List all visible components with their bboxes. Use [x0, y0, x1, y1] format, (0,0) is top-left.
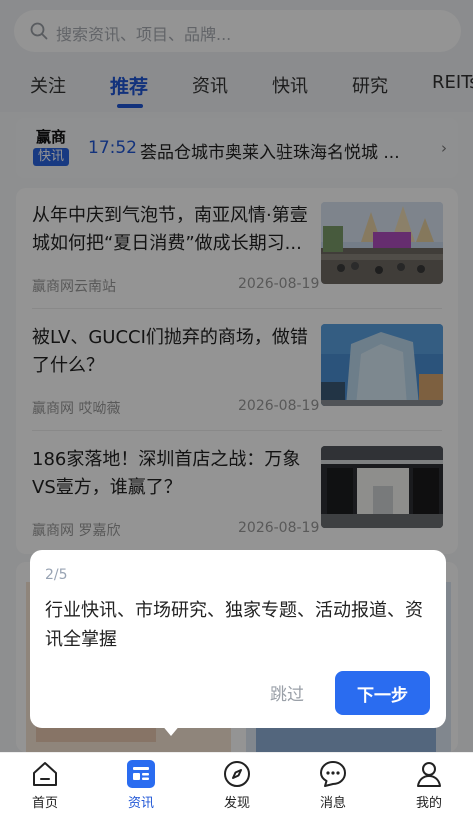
- nav-messages-label: 消息: [319, 796, 346, 811]
- nav-news-label: 资讯: [127, 796, 154, 811]
- skip-button[interactable]: 跳过: [270, 680, 304, 705]
- guide-pointer-arrow: [161, 724, 181, 736]
- compass-icon: [224, 761, 250, 787]
- profile-icon: [417, 762, 441, 787]
- nav-discover-label: 发现: [223, 796, 250, 811]
- nav-home-label: 首页: [31, 796, 58, 811]
- nav-home[interactable]: 首页: [10, 759, 80, 811]
- bottom-navigation: 首页 资讯 发现 消息 我的: [0, 752, 473, 815]
- nav-discover[interactable]: 发现: [202, 759, 272, 811]
- onboarding-guide-popup: 2/5 行业快讯、市场研究、独家专题、活动报道、资讯全掌握 跳过 下一步: [30, 550, 446, 736]
- message-icon: [320, 761, 346, 787]
- nav-profile[interactable]: 我的: [394, 759, 464, 811]
- nav-news[interactable]: 资讯: [106, 759, 176, 811]
- nav-profile-label: 我的: [415, 796, 442, 811]
- guide-step-indicator: 2/5: [45, 567, 68, 583]
- next-step-button[interactable]: 下一步: [335, 671, 430, 715]
- nav-messages[interactable]: 消息: [298, 759, 368, 811]
- home-icon: [33, 762, 57, 786]
- guide-description: 行业快讯、市场研究、独家专题、活动报道、资讯全掌握: [45, 600, 423, 650]
- news-icon: [127, 760, 155, 788]
